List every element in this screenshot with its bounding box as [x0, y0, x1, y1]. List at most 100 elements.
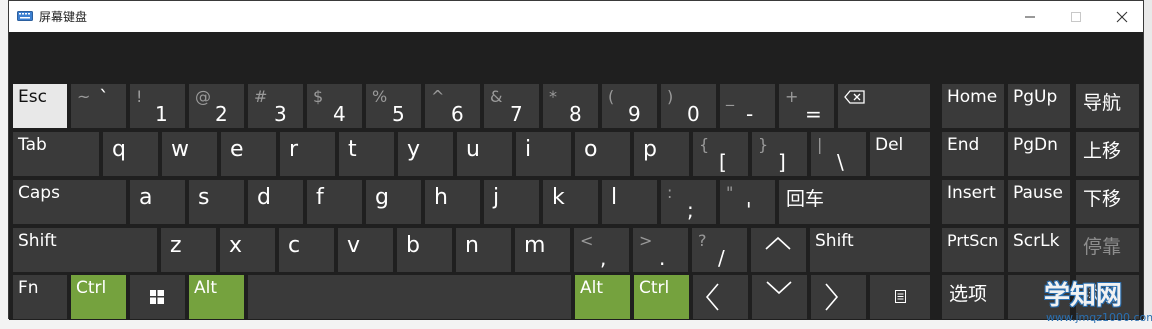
- key-c[interactable]: c: [279, 228, 334, 272]
- title-bar[interactable]: 屏幕键盘: [9, 1, 1143, 32]
- key-pgdn[interactable]: PgDn: [1008, 132, 1070, 176]
- key-alt-left[interactable]: Alt: [189, 275, 244, 319]
- key-t[interactable]: t: [339, 132, 394, 176]
- key-scrlk[interactable]: ScrLk: [1008, 228, 1070, 272]
- key-enter[interactable]: 回车: [779, 180, 930, 224]
- key-comma[interactable]: <,: [574, 228, 629, 272]
- key-y[interactable]: y: [398, 132, 453, 176]
- key-6[interactable]: ^ 6: [425, 84, 480, 128]
- key-shift-right[interactable]: Shift: [810, 228, 930, 272]
- key-arrow-left[interactable]: [693, 275, 748, 319]
- key-arrow-up[interactable]: [751, 228, 806, 272]
- watermark-url: www.jmqz1000.com: [1046, 311, 1152, 324]
- maximize-button[interactable]: [1053, 1, 1099, 32]
- key-tab[interactable]: Tab: [13, 132, 99, 176]
- key-s[interactable]: s: [189, 180, 244, 224]
- key-move-up[interactable]: 上移: [1076, 132, 1139, 176]
- key-label: 停靠: [1083, 236, 1122, 258]
- backspace-icon: [844, 90, 865, 104]
- key-v[interactable]: v: [338, 228, 393, 272]
- key-q[interactable]: q: [103, 132, 158, 176]
- key-insert[interactable]: Insert: [942, 180, 1004, 224]
- key-l[interactable]: l: [602, 180, 657, 224]
- key-u[interactable]: u: [457, 132, 512, 176]
- key-lbracket[interactable]: {[: [693, 132, 748, 176]
- key-ctrl-left[interactable]: Ctrl: [71, 275, 126, 319]
- key-caps[interactable]: Caps: [13, 180, 126, 224]
- key-end[interactable]: End: [942, 132, 1004, 176]
- key-ctrl-right[interactable]: Ctrl: [634, 275, 689, 319]
- key-backspace[interactable]: [838, 84, 930, 128]
- key-dock[interactable]: 停靠: [1076, 228, 1139, 272]
- key-arrow-right[interactable]: [811, 275, 866, 319]
- key-9[interactable]: (9: [602, 84, 657, 128]
- key-f[interactable]: f: [307, 180, 362, 224]
- close-button[interactable]: [1099, 1, 1145, 32]
- key-quote[interactable]: " ': [720, 180, 775, 224]
- key-minus[interactable]: _ -: [720, 84, 775, 128]
- base-label: 0: [687, 102, 700, 126]
- key-move-down[interactable]: 下移: [1076, 180, 1139, 224]
- key-pause[interactable]: Pause: [1008, 180, 1070, 224]
- key-m[interactable]: m: [515, 228, 570, 272]
- key-home[interactable]: Home: [942, 84, 1004, 128]
- key-4[interactable]: $4: [307, 84, 362, 128]
- key-menu[interactable]: [870, 275, 930, 319]
- key-label: Shift: [815, 231, 854, 251]
- key-backslash[interactable]: | \: [811, 132, 866, 176]
- base-label: 7: [510, 102, 523, 126]
- key-semicolon[interactable]: :;: [661, 180, 716, 224]
- key-rbracket[interactable]: }]: [752, 132, 807, 176]
- key-5[interactable]: % 5: [366, 84, 421, 128]
- key-8[interactable]: * 8: [543, 84, 598, 128]
- shift-label: &: [490, 87, 503, 106]
- key-shift-left[interactable]: Shift: [13, 228, 157, 272]
- key-3[interactable]: #3: [248, 84, 303, 128]
- key-a[interactable]: a: [130, 180, 185, 224]
- key-label: j: [493, 185, 500, 210]
- shift-label: $: [313, 87, 324, 106]
- key-label: l: [611, 185, 618, 210]
- minimize-button[interactable]: [1007, 1, 1053, 32]
- key-n[interactable]: n: [456, 228, 511, 272]
- base-label: .: [659, 246, 666, 270]
- key-z[interactable]: z: [161, 228, 216, 272]
- key-d[interactable]: d: [248, 180, 303, 224]
- key-slash[interactable]: ? /: [692, 228, 747, 272]
- key-w[interactable]: w: [162, 132, 217, 176]
- key-g[interactable]: g: [366, 180, 421, 224]
- key-alt-right[interactable]: Alt: [575, 275, 630, 319]
- key-arrow-down[interactable]: [752, 275, 807, 319]
- key-equal[interactable]: + =: [779, 84, 834, 128]
- desktop-background: [0, 0, 8, 329]
- base-label: 8: [569, 102, 582, 126]
- key-h[interactable]: h: [425, 180, 480, 224]
- key-x[interactable]: x: [220, 228, 275, 272]
- key-period[interactable]: >.: [633, 228, 688, 272]
- key-o[interactable]: o: [575, 132, 630, 176]
- key-del[interactable]: Del: [870, 132, 930, 176]
- key-7[interactable]: & 7: [484, 84, 539, 128]
- key-label: h: [434, 185, 448, 210]
- key-label: Alt: [194, 278, 218, 298]
- key-b[interactable]: b: [397, 228, 452, 272]
- key-fn[interactable]: Fn: [13, 275, 67, 319]
- key-p[interactable]: p: [634, 132, 689, 176]
- key-r[interactable]: r: [280, 132, 335, 176]
- key-navigate[interactable]: 导航: [1076, 84, 1139, 128]
- key-0[interactable]: ) 0: [661, 84, 716, 128]
- key-j[interactable]: j: [484, 180, 539, 224]
- key-i[interactable]: i: [516, 132, 571, 176]
- key-windows[interactable]: [130, 275, 185, 319]
- chevron-down-icon: [766, 281, 792, 295]
- key-pgup[interactable]: PgUp: [1008, 84, 1070, 128]
- key-k[interactable]: k: [543, 180, 598, 224]
- key-esc[interactable]: Esc: [13, 84, 67, 128]
- key-1[interactable]: ! 1: [130, 84, 185, 128]
- key-backtick[interactable]: ~ `: [71, 84, 126, 128]
- key-space[interactable]: [248, 275, 571, 319]
- key-prtscn[interactable]: PrtScn: [942, 228, 1004, 272]
- key-options[interactable]: 选项: [942, 275, 1004, 319]
- key-e[interactable]: e: [221, 132, 276, 176]
- key-2[interactable]: @2: [189, 84, 244, 128]
